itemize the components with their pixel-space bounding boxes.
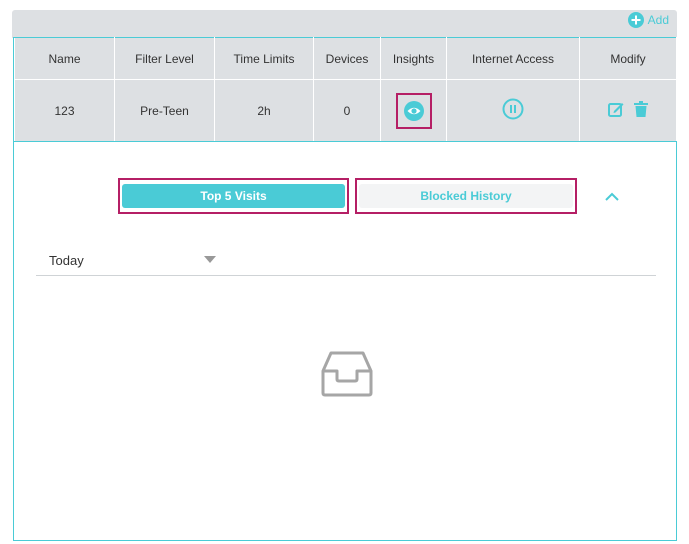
- insights-button[interactable]: [395, 92, 432, 129]
- eye-icon: [403, 100, 424, 121]
- col-header-internet-access: Internet Access: [446, 37, 580, 80]
- cell-insights: [380, 79, 447, 142]
- add-button-label: Add: [647, 13, 669, 27]
- cell-devices: 0: [313, 79, 381, 142]
- empty-inbox-icon: [319, 349, 375, 399]
- period-select[interactable]: Today: [36, 242, 656, 276]
- tab-blocked-history[interactable]: Blocked History: [355, 178, 577, 214]
- tab-blocked-history-label: Blocked History: [359, 184, 573, 208]
- edit-icon[interactable]: [608, 101, 624, 120]
- col-header-name: Name: [14, 37, 115, 80]
- cell-filter-level: Pre-Teen: [114, 79, 215, 142]
- col-header-insights: Insights: [380, 37, 447, 80]
- top-toolbar: Add: [12, 10, 677, 38]
- cell-name: 123: [14, 79, 115, 142]
- profiles-table: Name Filter Level Time Limits Devices In…: [14, 37, 677, 142]
- tab-top-5-visits-label: Top 5 Visits: [122, 184, 345, 208]
- chevron-up-icon[interactable]: [604, 191, 620, 203]
- period-select-value: Today: [49, 253, 84, 268]
- table-header-row: Name Filter Level Time Limits Devices In…: [14, 37, 677, 80]
- add-circle-icon: [627, 12, 644, 28]
- trash-icon[interactable]: [634, 101, 648, 120]
- caret-down-icon: [204, 256, 216, 263]
- col-header-time-limits: Time Limits: [214, 37, 314, 80]
- pause-circle-icon[interactable]: [502, 98, 524, 120]
- insights-tabs: Top 5 Visits Blocked History: [118, 178, 588, 216]
- col-header-modify: Modify: [579, 37, 677, 80]
- cell-modify: [579, 79, 677, 142]
- add-button[interactable]: Add: [627, 12, 669, 28]
- col-header-filter-level: Filter Level: [114, 37, 215, 80]
- tab-top-5-visits[interactable]: Top 5 Visits: [118, 178, 349, 214]
- col-header-devices: Devices: [313, 37, 381, 80]
- profile-panel: Name Filter Level Time Limits Devices In…: [13, 37, 677, 541]
- cell-internet-access: [446, 79, 580, 142]
- table-row: 123 Pre-Teen 2h 0: [14, 79, 677, 142]
- cell-time-limits: 2h: [214, 79, 314, 142]
